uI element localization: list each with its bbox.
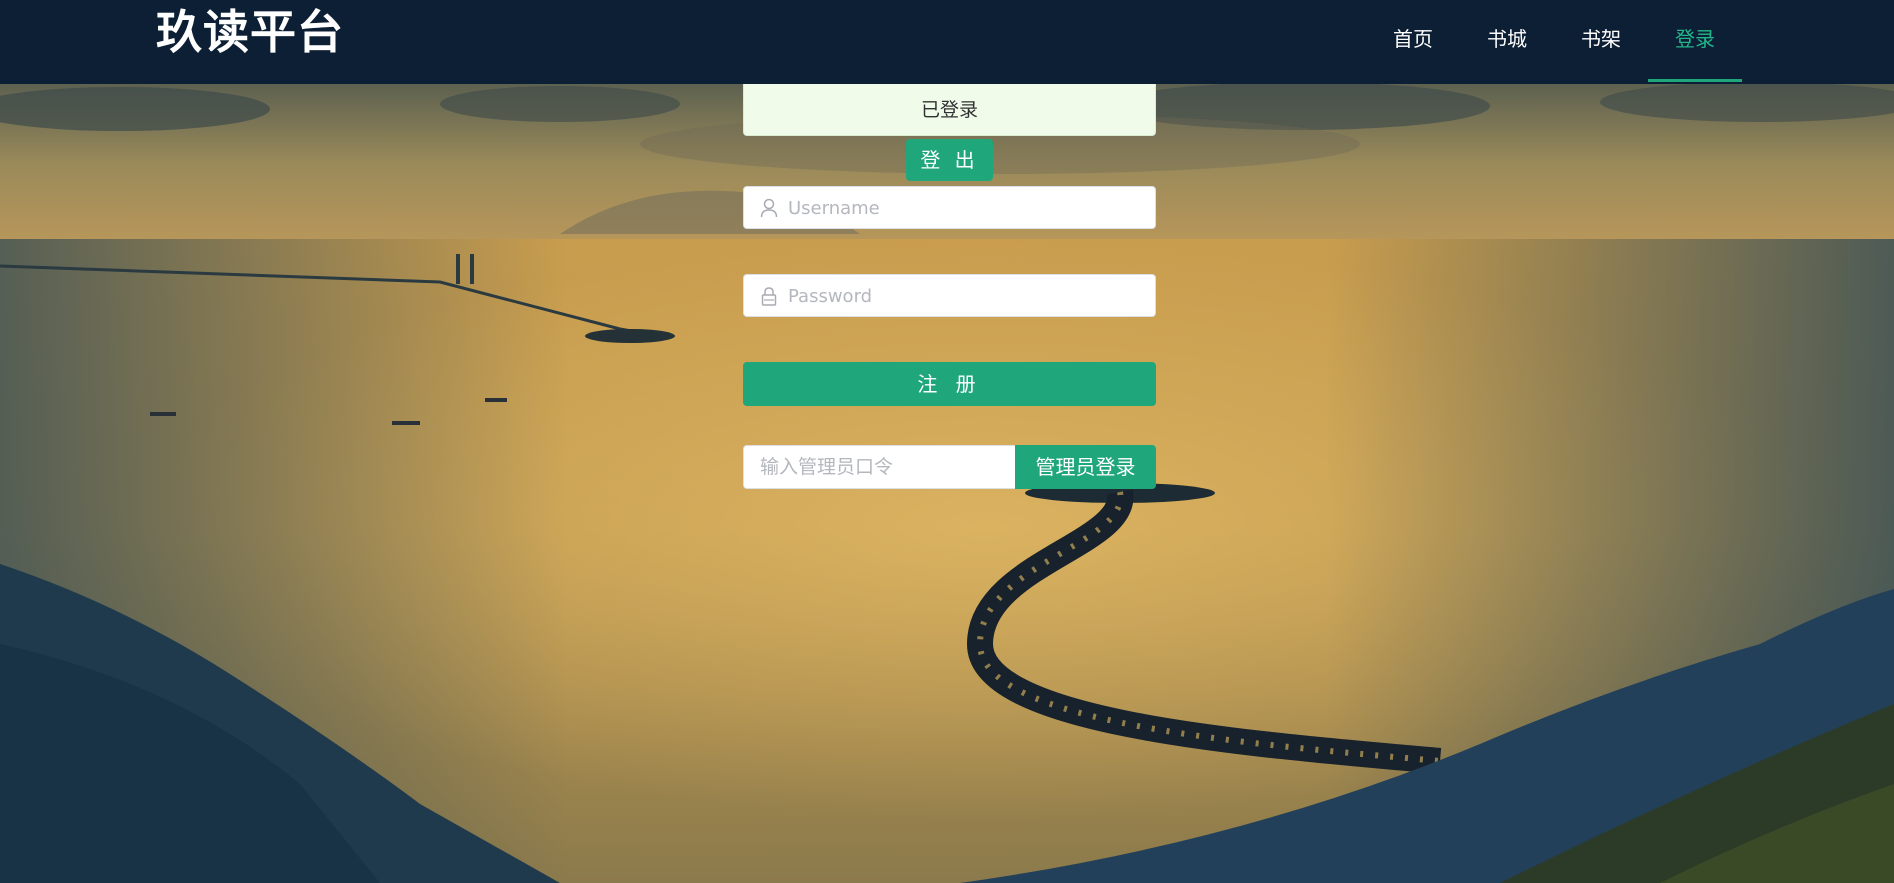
nav-bookshelf[interactable]: 书架 [1554,0,1648,84]
admin-login-button[interactable]: 管理员登录 [1015,445,1156,489]
username-input[interactable] [786,187,1150,230]
nav-home[interactable]: 首页 [1366,0,1460,84]
admin-login-group: 管理员登录 [743,445,1156,489]
user-icon [760,198,778,218]
nav-bookstore[interactable]: 书城 [1460,0,1554,84]
admin-passcode-input[interactable] [743,445,1015,489]
lock-icon [761,287,777,306]
logout-button[interactable]: 登 出 [906,139,993,181]
top-navbar: 玖读平台 首页 书城 书架 登录 [0,0,1894,84]
login-status-alert: 已登录 [743,84,1156,136]
password-input[interactable] [786,275,1150,318]
main-nav: 首页 书城 书架 登录 [1366,0,1742,84]
register-button[interactable]: 注 册 [743,362,1156,406]
nav-login[interactable]: 登录 [1648,0,1742,84]
brand-logo[interactable]: 玖读平台 [156,0,344,62]
password-field[interactable] [743,274,1156,318]
username-field[interactable] [743,186,1156,230]
